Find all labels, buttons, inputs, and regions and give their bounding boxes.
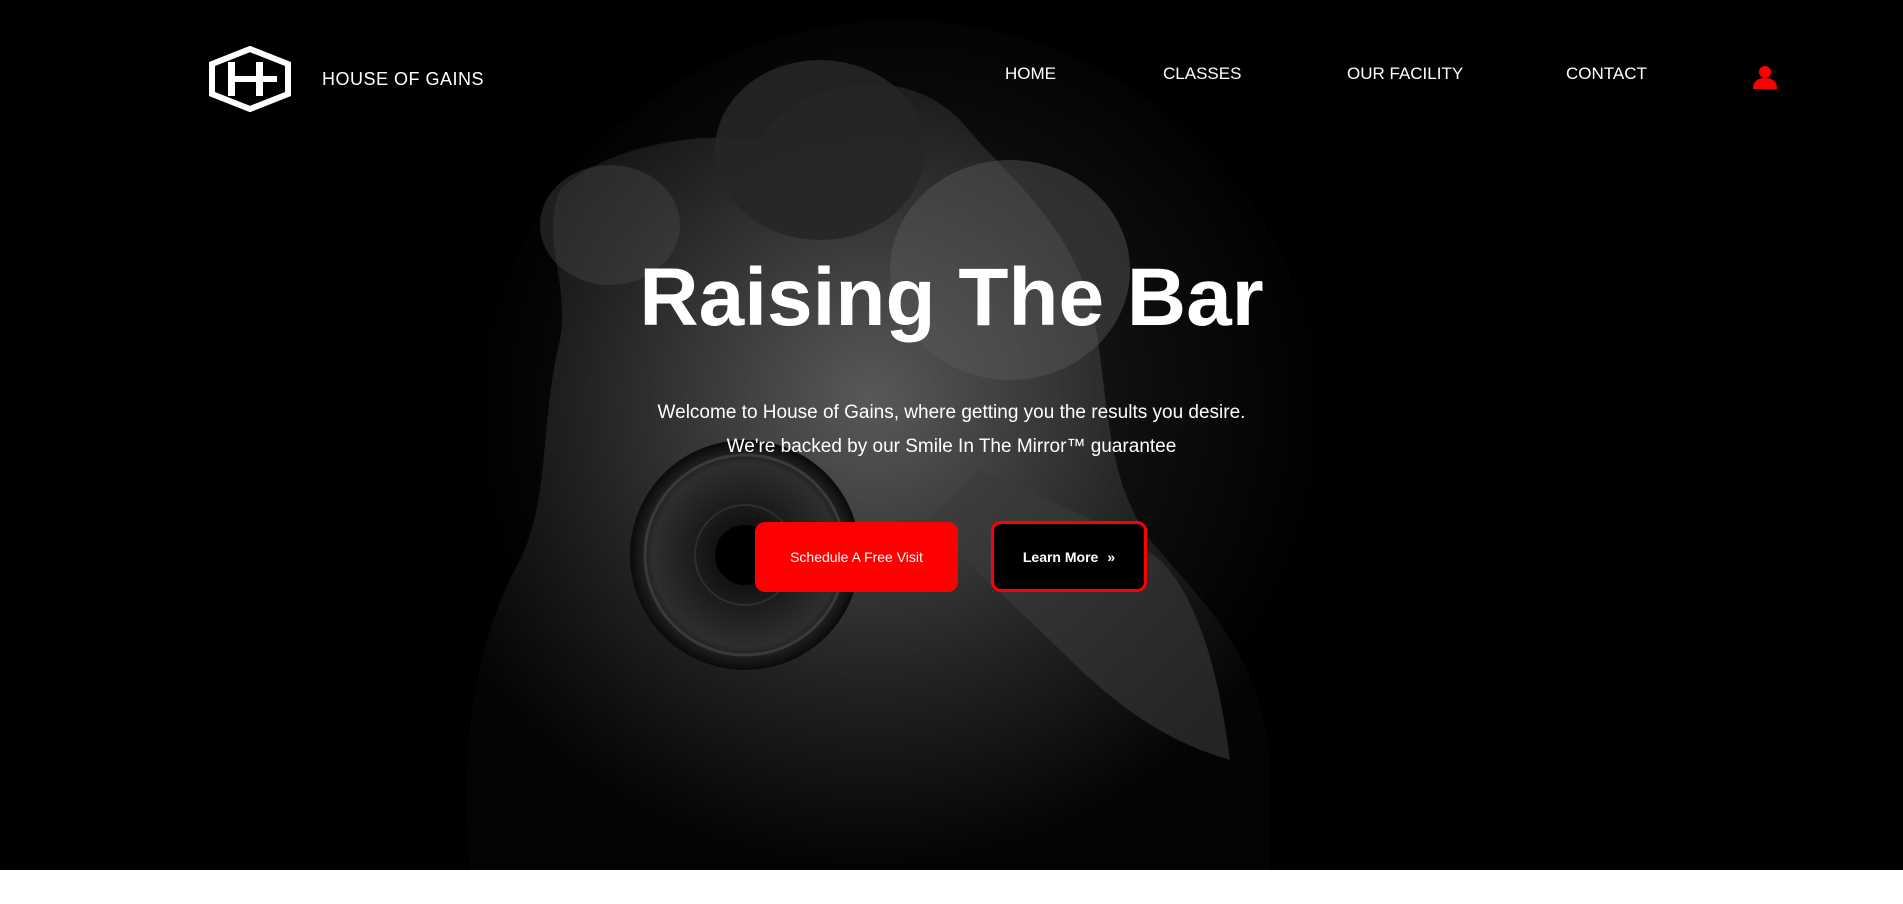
user-account-icon[interactable] bbox=[1752, 65, 1778, 94]
schedule-free-visit-label: Schedule A Free Visit bbox=[790, 549, 923, 565]
nav-item-contact[interactable]: CONTACT bbox=[1566, 64, 1647, 84]
learn-more-button[interactable]: Learn More » bbox=[991, 521, 1147, 592]
nav-item-classes[interactable]: CLASSES bbox=[1163, 64, 1241, 84]
hero-section: HOUSE OF GAINS HOME CLASSES OUR FACILITY… bbox=[0, 0, 1903, 870]
double-chevron-right-icon: » bbox=[1107, 548, 1116, 565]
schedule-free-visit-button[interactable]: Schedule A Free Visit bbox=[755, 522, 958, 592]
hero-headline: Raising The Bar bbox=[639, 252, 1264, 343]
nav-item-our-facility[interactable]: OUR FACILITY bbox=[1347, 64, 1463, 84]
hero-subtitle-line-1: Welcome to House of Gains, where getting… bbox=[657, 402, 1246, 423]
nav-item-home[interactable]: HOME bbox=[1005, 64, 1056, 84]
hero-subtitle-line-2: We're backed by our Smile In The Mirror™… bbox=[726, 436, 1177, 457]
learn-more-label: Learn More bbox=[1022, 548, 1099, 565]
hero-background-photo bbox=[0, 0, 1903, 870]
main-navigation: HOME CLASSES OUR FACILITY CONTACT bbox=[0, 64, 1903, 88]
